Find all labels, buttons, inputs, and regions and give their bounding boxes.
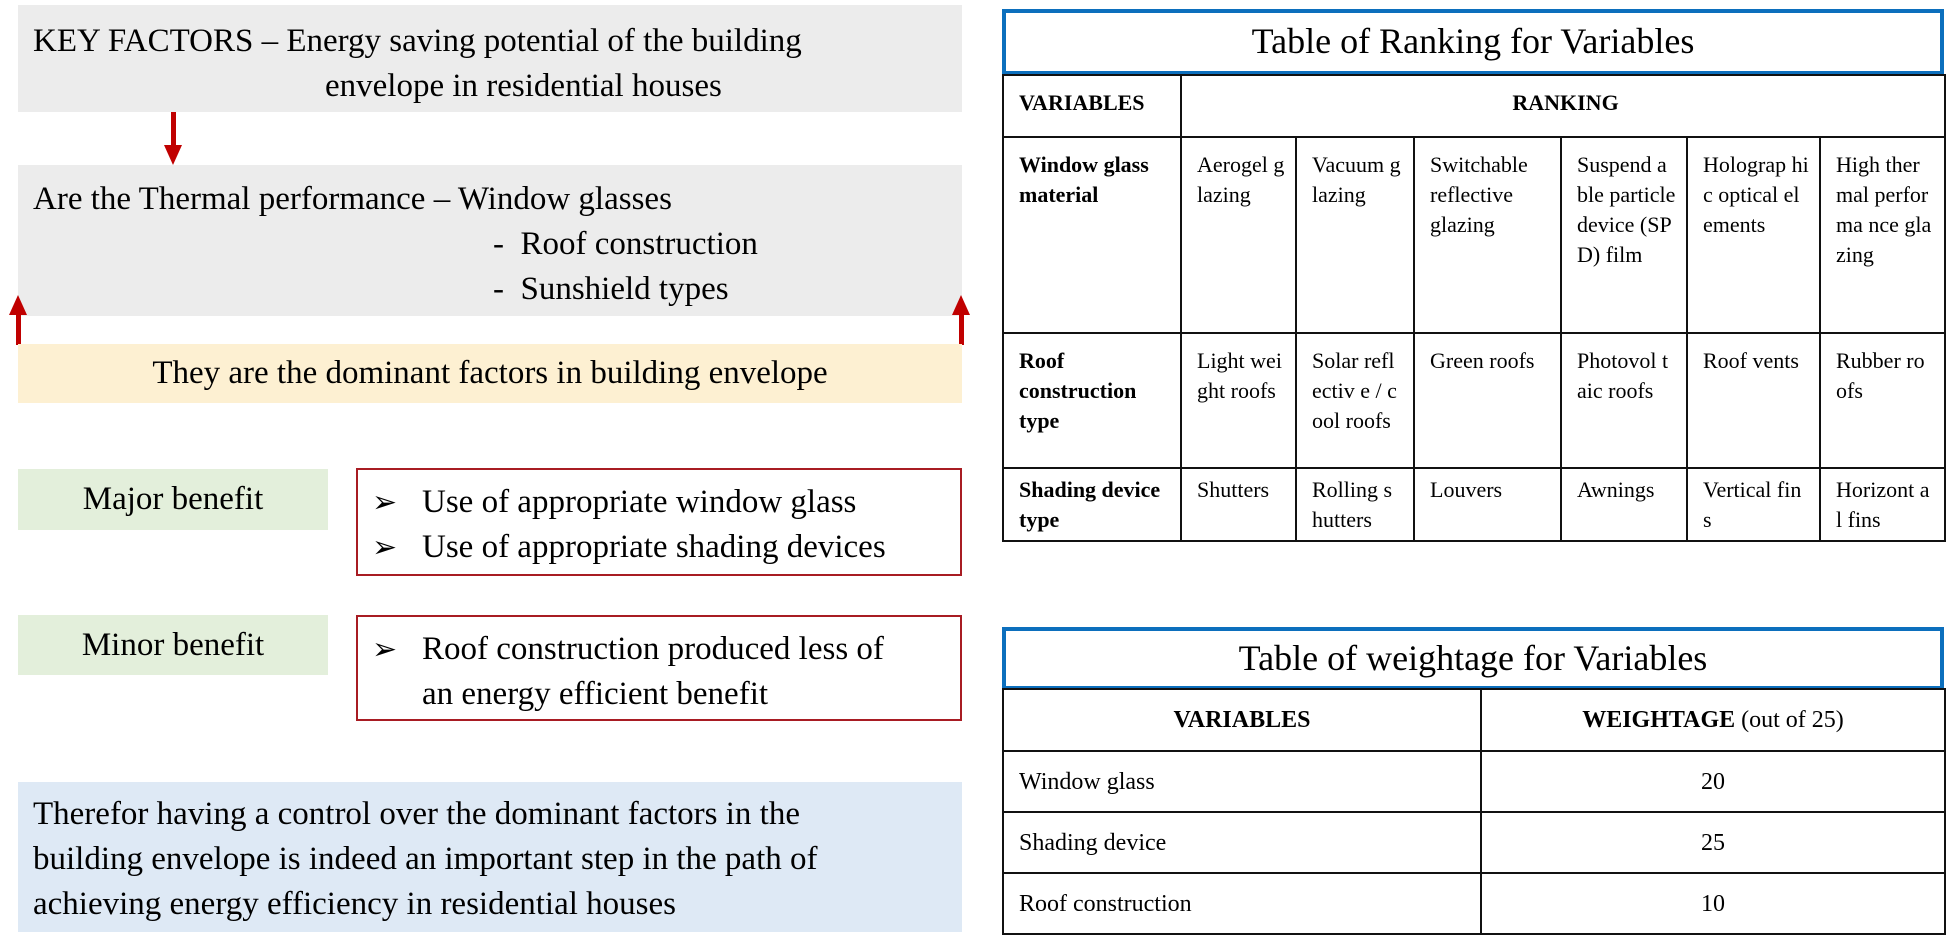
minor-benefit-label: Minor benefit: [81, 627, 265, 663]
major-benefit-item: ➢ Use of appropriate shading devices: [372, 525, 960, 570]
key-factors-line1: KEY FACTORS – Energy saving potential of…: [33, 23, 802, 59]
rank-cell: Suspend able particle device (SPD) film: [1560, 136, 1688, 334]
rank-cell: Light weight roofs: [1180, 332, 1297, 469]
weightage-header-weightage: WEIGHTAGE (out of 25): [1480, 688, 1946, 752]
row-variable: Roof construction type: [1002, 332, 1182, 469]
table-row: Shading device type Shutters Rolling shu…: [1002, 467, 1946, 542]
rank-cell: Vacuum glazing: [1295, 136, 1415, 334]
rank-cell: Switchable reflective glazing: [1413, 136, 1562, 334]
major-benefit-label-box: Major benefit: [18, 469, 328, 530]
weightage-value: 25: [1480, 811, 1946, 874]
weightage-variable: Window glass: [1002, 750, 1482, 813]
rank-cell: Awnings: [1560, 467, 1688, 542]
rank-cell: High thermal performa nce glazing: [1818, 136, 1946, 334]
weightage-table-title-box: Table of weightage for Variables: [1002, 627, 1944, 690]
conclusion-box: Therefor having a control over the domin…: [18, 782, 962, 932]
thermal-performance-box: Are the Thermal performance – Window gla…: [18, 165, 962, 316]
conclusion-line: Therefor having a control over the domin…: [33, 796, 800, 832]
conclusion-line: building envelope is indeed an important…: [33, 841, 818, 877]
rank-cell: Roof vents: [1686, 332, 1821, 469]
rank-cell: Horizont al fins: [1818, 467, 1946, 542]
ranking-header-ranking: RANKING: [1179, 74, 1946, 138]
rank-cell: Rubber roofs: [1818, 332, 1946, 469]
arrow-bullet-icon: ➢: [372, 633, 398, 666]
row-variable: Window glass material: [1002, 136, 1182, 334]
minor-benefit-item: ➢ Roof construction produced less of: [372, 627, 960, 672]
table-row: Roof construction 10: [1002, 872, 1946, 935]
weightage-variable: Shading device: [1002, 811, 1482, 874]
minor-benefit-continuation: an energy efficient benefit: [422, 676, 769, 712]
arrow-bullet-icon: ➢: [372, 531, 398, 564]
table-row: Shading device 25: [1002, 811, 1946, 874]
weightage-header-row: VARIABLES WEIGHTAGE (out of 25): [1002, 688, 1946, 752]
rank-cell: Rolling shutters: [1295, 467, 1415, 542]
row-variable: Shading device type: [1002, 467, 1182, 542]
rank-cell: Shutters: [1180, 467, 1297, 542]
weightage-table-title: Table of weightage for Variables: [1238, 638, 1708, 678]
weightage-variable: Roof construction: [1002, 872, 1482, 935]
table-row: Window glass material Aerogel glazing Va…: [1002, 136, 1946, 334]
key-factors-line2: envelope in residential houses: [325, 68, 722, 104]
rank-cell: Holograp hic optical elements: [1686, 136, 1821, 334]
key-factors-box: KEY FACTORS – Energy saving potential of…: [18, 5, 962, 112]
thermal-intro: Are the Thermal performance – Window gla…: [33, 181, 672, 217]
weightage-value: 20: [1480, 750, 1946, 813]
ranking-table-title-box: Table of Ranking for Variables: [1002, 9, 1944, 75]
arrow-bullet-icon: ➢: [372, 486, 398, 519]
dominant-factors-text: They are the dominant factors in buildin…: [152, 355, 828, 391]
ranking-table-title: Table of Ranking for Variables: [1251, 21, 1695, 61]
weightage-header-variables: VARIABLES: [1002, 688, 1482, 752]
major-benefit-box: ➢ Use of appropriate window glass ➢ Use of…: [356, 468, 962, 576]
major-benefit-label: Major benefit: [82, 481, 264, 517]
rank-cell: Green roofs: [1413, 332, 1562, 469]
weightage-value: 10: [1480, 872, 1946, 935]
rank-cell: Aerogel glazing: [1180, 136, 1297, 334]
rank-cell: Louvers: [1413, 467, 1562, 542]
minor-benefit-box: ➢ Roof construction produced less of an e…: [356, 615, 962, 721]
rank-cell: Photovol taic roofs: [1560, 332, 1688, 469]
table-row: Roof construction type Light weight roof…: [1002, 332, 1946, 469]
rank-cell: Vertical fins: [1686, 467, 1821, 542]
ranking-header-row: VARIABLES RANKING: [1002, 74, 1946, 138]
table-row: Window glass 20: [1002, 750, 1946, 813]
ranking-table: VARIABLES RANKING Window glass material …: [1002, 74, 1946, 542]
weightage-table: VARIABLES WEIGHTAGE (out of 25) Window g…: [1002, 688, 1946, 935]
conclusion-line: achieving energy efficiency in residenti…: [33, 886, 676, 922]
thermal-item-roof: - Roof construction: [493, 226, 758, 262]
minor-benefit-label-box: Minor benefit: [18, 615, 328, 675]
major-benefit-item: ➢ Use of appropriate window glass: [372, 480, 960, 525]
rank-cell: Solar reflectiv e / cool roofs: [1295, 332, 1415, 469]
dominant-factors-box: They are the dominant factors in buildin…: [18, 344, 962, 403]
thermal-item-sunshield: - Sunshield types: [493, 271, 729, 307]
ranking-header-variables: VARIABLES: [1002, 74, 1182, 138]
